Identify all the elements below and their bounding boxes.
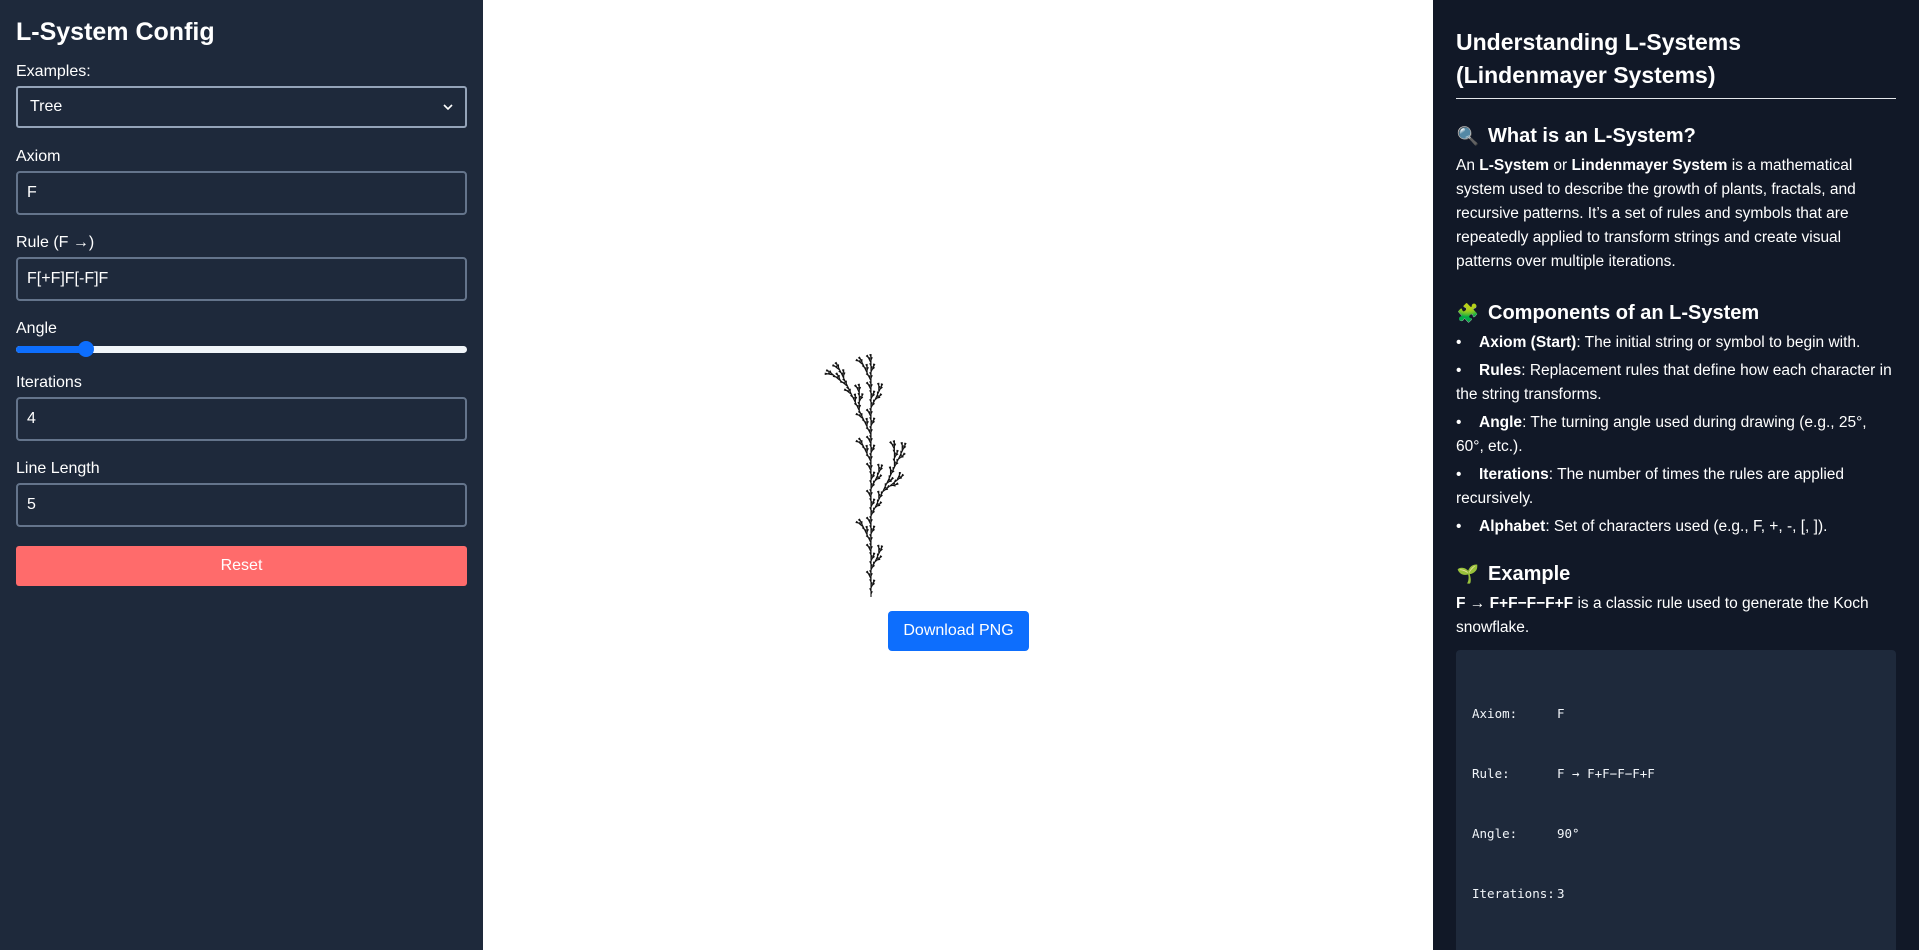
axiom-input[interactable]: F [16,171,467,215]
lsystem-canvas [824,354,907,597]
code-row: Iterations: 3 [1472,884,1880,904]
example-code-block: Axiom: F Rule: F → F+F−F−F+F Angle: 90° Ite… [1456,650,1896,950]
component-term: Axiom (Start) [1479,334,1577,351]
code-key: Axiom: [1472,706,1518,721]
example-rule: F → F+F−F−F+F [1456,595,1574,612]
code-value: 3 [1557,886,1565,901]
lsystem-tree-drawing [824,354,907,597]
example-paragraph: F → F+F−F−F+F is a classic rule used to … [1456,592,1896,640]
rule-label: Rule (F →) [16,234,95,251]
magnifier-icon: 🔍 [1456,126,1480,146]
what-heading-row: 🔍 What is an L-System? [1456,125,1896,148]
what-paragraph: An L-System or Lindenmayer System is a m… [1456,154,1896,274]
rule-input[interactable]: F[+F]F[-F]F [16,257,467,301]
info-panel: Understanding L-Systems (Lindenmayer Sys… [1433,0,1919,950]
line-length-label: Line Length [16,460,100,477]
component-desc: : Replacement rules that define how each… [1456,362,1892,403]
reset-button[interactable]: Reset [16,546,467,586]
code-key: Iterations: [1472,886,1555,901]
iterations-input[interactable]: 4 [16,397,467,441]
list-item: Iterations: The number of times the rule… [1456,463,1896,511]
code-key: Angle: [1472,826,1518,841]
what-text-2: or [1549,157,1572,174]
angle-slider-thumb[interactable] [77,341,94,357]
angle-label: Angle [16,320,57,337]
examples-selected-value: Tree [30,98,63,115]
iterations-label: Iterations [16,374,82,391]
line-length-input[interactable]: 5 [16,483,467,527]
examples-select-wrap: Tree [16,86,467,128]
examples-select[interactable]: Tree [16,86,467,128]
examples-label: Examples: [16,63,91,80]
code-value: F [1557,706,1565,721]
list-item: Angle: The turning angle used during dra… [1456,411,1896,459]
angle-slider[interactable] [16,341,467,357]
what-bold-2: Lindenmayer System [1571,157,1728,174]
axiom-label: Axiom [16,148,61,165]
puzzle-icon: 🧩 [1456,303,1480,323]
component-term: Angle [1479,414,1523,431]
download-png-button[interactable]: Download PNG [888,611,1029,651]
what-text-1: An [1456,157,1480,174]
component-term: Alphabet [1479,518,1546,535]
code-row: Rule: F → F+F−F−F+F [1472,764,1880,784]
code-value: F → F+F−F−F+F [1557,766,1655,781]
component-desc: : Set of characters used (e.g., F, +, -,… [1545,518,1828,535]
components-heading: Components of an L-System [1488,302,1760,324]
what-bold-1: L-System [1479,157,1550,174]
list-item: Axiom (Start): The initial string or sym… [1456,331,1896,355]
code-row: Axiom: F [1472,704,1880,724]
config-title: L-System Config [16,18,215,46]
components-heading-row: 🧩 Components of an L-System [1456,302,1896,325]
code-key: Rule: [1472,766,1510,781]
config-sidebar: L-System Config Examples: Tree Axiom F R… [0,0,483,950]
code-row: Angle: 90° [1472,824,1880,844]
example-heading: Example [1488,563,1571,585]
seedling-icon: 🌱 [1456,564,1480,584]
canvas-area: Download PNG [483,0,1433,950]
example-heading-row: 🌱 Example [1456,563,1896,586]
list-item: Alphabet: Set of characters used (e.g., … [1456,515,1896,539]
components-list: Axiom (Start): The initial string or sym… [1456,331,1896,539]
code-value: 90° [1557,826,1580,841]
what-heading: What is an L-System? [1488,125,1696,147]
angle-slider-fill [16,346,86,353]
chevron-down-icon [443,103,453,110]
component-term: Rules [1479,362,1522,379]
list-item: Rules: Replacement rules that define how… [1456,359,1896,407]
info-title: Understanding L-Systems (Lindenmayer Sys… [1456,26,1896,99]
component-desc: : The initial string or symbol to begin … [1576,334,1861,351]
component-term: Iterations [1479,466,1549,483]
